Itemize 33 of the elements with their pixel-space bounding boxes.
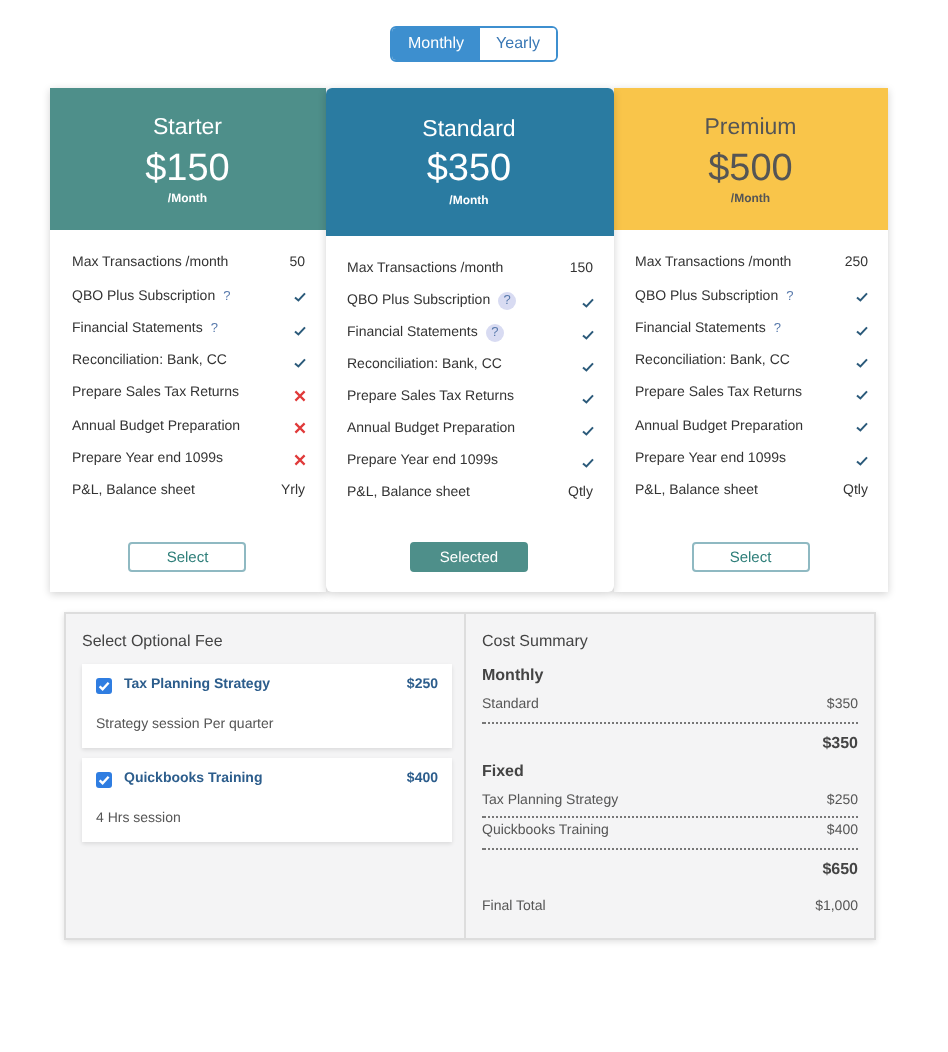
plan-price: $350 bbox=[424, 148, 514, 195]
subtotal-amount: $650 bbox=[822, 857, 858, 882]
cross-icon bbox=[293, 454, 305, 467]
plan-name: Standard bbox=[420, 116, 518, 146]
check-icon bbox=[581, 393, 593, 404]
check-icon bbox=[856, 292, 868, 303]
check-icon bbox=[293, 292, 305, 303]
check-icon bbox=[293, 325, 305, 336]
check-icon bbox=[581, 297, 593, 308]
check-icon bbox=[581, 329, 593, 340]
section-title: Select Optional Fee bbox=[82, 630, 225, 655]
check-icon bbox=[293, 357, 305, 368]
summary-heading: Fixed bbox=[482, 759, 526, 784]
plan-price: $500 bbox=[706, 147, 795, 193]
cross-icon bbox=[293, 389, 305, 402]
checkbox[interactable] bbox=[96, 678, 112, 695]
check-icon bbox=[581, 457, 593, 468]
section-title: Cost Summary bbox=[482, 630, 590, 655]
plan-name: Premium bbox=[702, 114, 799, 145]
check-icon bbox=[856, 422, 868, 433]
check-icon bbox=[856, 390, 868, 401]
billing-tab[interactable]: Monthly bbox=[392, 28, 481, 60]
cross-icon bbox=[293, 421, 305, 434]
plan-price: $150 bbox=[143, 147, 232, 193]
check-icon bbox=[856, 325, 868, 336]
check-icon bbox=[581, 361, 593, 372]
check-icon bbox=[856, 357, 868, 368]
subtotal-amount: $350 bbox=[822, 731, 858, 756]
check-icon bbox=[581, 425, 593, 436]
summary-heading: Monthly bbox=[482, 664, 546, 689]
checkbox[interactable] bbox=[96, 772, 112, 789]
plan-name: Starter bbox=[150, 114, 224, 145]
check-icon bbox=[856, 455, 868, 466]
